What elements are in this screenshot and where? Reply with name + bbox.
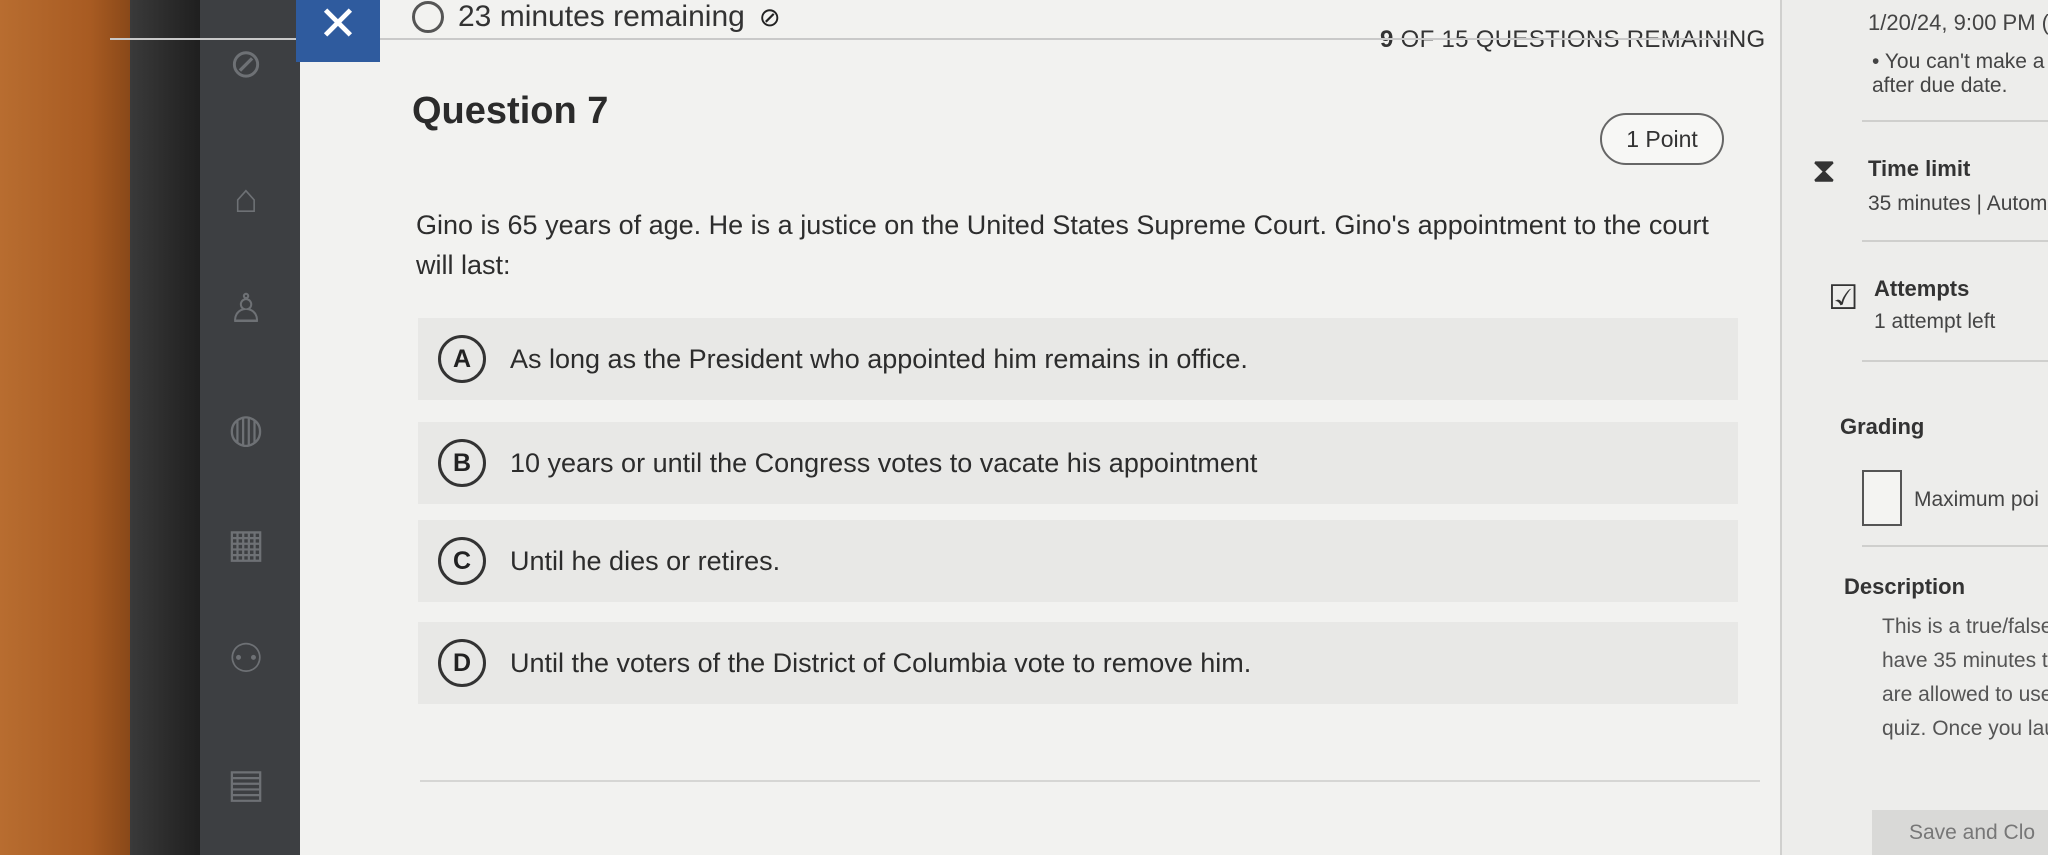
time-limit-label: Time limit: [1868, 156, 1971, 181]
attempts-label: Attempts: [1874, 276, 1970, 301]
option-letter: D: [438, 639, 486, 687]
option-text: As long as the President who appointed h…: [510, 343, 1248, 374]
description-line: are allowed to use you: [1882, 683, 2048, 706]
description-line: quiz. Once you launch: [1882, 717, 2048, 740]
save-and-close-button[interactable]: Save and Clo: [1872, 810, 2048, 855]
answer-option-d[interactable]: D Until the voters of the District of Co…: [418, 622, 1738, 704]
divider: [1862, 545, 2048, 547]
description-line: This is a true/false and: [1882, 615, 2048, 638]
person-icon[interactable]: ♙: [222, 285, 270, 333]
hide-timer-icon[interactable]: ⊘: [759, 2, 781, 33]
question-title: Question 7: [412, 90, 609, 132]
timer-text: 23 minutes remaining: [458, 0, 745, 33]
institution-icon[interactable]: ⊘: [222, 40, 270, 88]
quiz-main-panel: 23 minutes remaining ⊘ 9 OF 15 QUESTIONS…: [300, 0, 1780, 855]
calculator-icon: [1862, 470, 1902, 526]
globe-icon[interactable]: ◍: [222, 405, 270, 453]
option-letter: B: [438, 439, 486, 487]
groups-icon[interactable]: ⚇: [222, 635, 270, 683]
questions-remaining: 9 OF 15 QUESTIONS REMAINING: [1380, 26, 1766, 54]
answer-option-b[interactable]: B 10 years or until the Congress votes t…: [418, 422, 1738, 504]
attempts-value: 1 attempt left: [1874, 310, 1996, 333]
due-note-text: You can't make a after due date.: [1872, 50, 2045, 97]
option-text: Until the voters of the District of Colu…: [510, 647, 1252, 678]
grading-value: Maximum poi: [1914, 488, 2039, 511]
divider: [1862, 360, 2048, 362]
due-date: 1/20/24, 9:00 PM (ES: [1868, 10, 2048, 35]
description-text: This is a true/false and have 35 minutes…: [1882, 610, 2048, 746]
checkbox-icon: ☑: [1828, 279, 1859, 317]
time-limit-value: 35 minutes | Autom: [1868, 192, 2048, 215]
divider: [1862, 120, 2048, 122]
close-button[interactable]: ✕: [296, 0, 380, 62]
divider: [1862, 240, 2048, 242]
grid-icon[interactable]: ▤: [222, 760, 270, 808]
answer-option-c[interactable]: C Until he dies or retires.: [418, 520, 1738, 602]
desk-background: [0, 0, 150, 855]
bank-icon[interactable]: ⌂: [222, 175, 270, 223]
left-nav-rail: ⊘ ⌂ ♙ ◍ ▦ ⚇ ▤: [200, 0, 300, 855]
option-letter: A: [438, 335, 486, 383]
calendar-icon[interactable]: ▦: [222, 520, 270, 568]
divider: [420, 780, 1760, 782]
hourglass-icon: ⧗: [1812, 152, 1836, 190]
option-text: 10 years or until the Congress votes to …: [510, 447, 1258, 478]
answer-option-a[interactable]: A As long as the President who appointed…: [418, 318, 1738, 400]
due-note: • You can't make a after due date.: [1872, 50, 2045, 97]
description-label: Description: [1844, 574, 1966, 599]
close-icon: ✕: [317, 0, 359, 51]
option-letter: C: [438, 537, 486, 585]
device-bezel: [130, 0, 200, 855]
option-text: Until he dies or retires.: [510, 545, 781, 576]
question-text: Gino is 65 years of age. He is a justice…: [416, 210, 1709, 280]
details-sidebar: 1/20/24, 9:00 PM (ES • You can't make a …: [1780, 0, 2048, 855]
description-line: have 35 minutes to co: [1882, 649, 2048, 672]
clock-icon: [412, 1, 444, 33]
timer: 23 minutes remaining ⊘: [412, 0, 781, 34]
grading-label: Grading: [1840, 414, 1925, 439]
points-badge: 1 Point: [1600, 113, 1724, 165]
